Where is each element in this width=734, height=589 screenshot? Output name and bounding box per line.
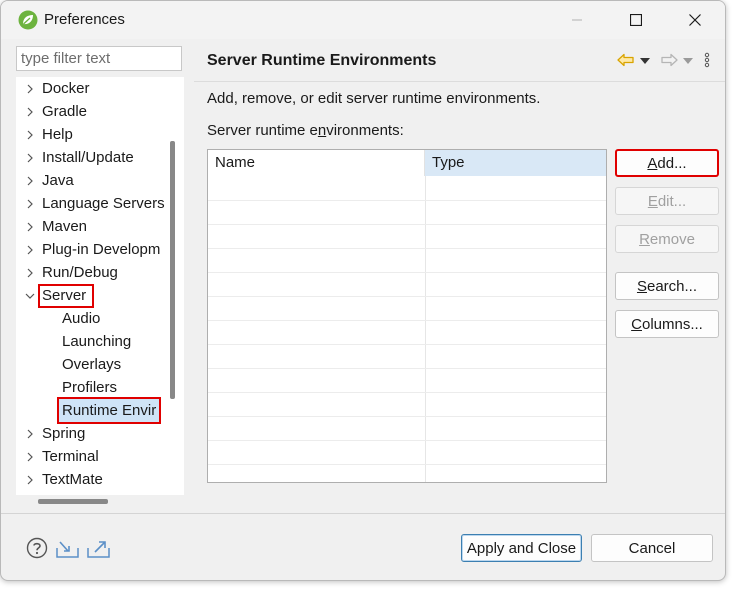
- chevron-right-icon[interactable]: [23, 445, 37, 468]
- close-button[interactable]: [672, 1, 718, 39]
- tree-item-label: Run/Debug: [42, 264, 118, 281]
- tree-item-label: Plug-in Developm: [42, 241, 161, 258]
- chevron-right-icon[interactable]: [23, 468, 37, 491]
- tree-item-label: Audio: [62, 310, 101, 327]
- tree-item-label: Gradle: [42, 103, 88, 120]
- remove-label: emove: [649, 230, 695, 248]
- add-button[interactable]: Add...: [615, 149, 719, 177]
- chevron-right-icon[interactable]: [23, 100, 37, 123]
- tree-item-label: Overlays: [62, 356, 122, 373]
- tree-item-label: Help: [42, 126, 73, 143]
- edit-button[interactable]: Edit...: [615, 187, 719, 215]
- tree-item-label: Launching: [62, 333, 132, 350]
- chevron-right-icon[interactable]: [23, 422, 37, 445]
- chevron-right-icon[interactable]: [23, 77, 37, 100]
- runtime-environments-table[interactable]: Name Type: [207, 149, 607, 483]
- chevron-down-icon[interactable]: [23, 284, 37, 307]
- chevron-right-icon[interactable]: [23, 169, 37, 192]
- preferences-dialog: Preferences Docker Gradle Help: [0, 0, 726, 581]
- row-divider: [208, 440, 606, 441]
- view-menu-icon[interactable]: [704, 52, 710, 68]
- add-mnemonic: A: [647, 154, 658, 172]
- footer-separator: [1, 513, 725, 514]
- search-mnemonic: S: [636, 277, 647, 295]
- tree-item-label: Terminal: [42, 448, 99, 465]
- remove-mnemonic: R: [639, 230, 650, 248]
- row-divider: [208, 248, 606, 249]
- import-icon[interactable]: [56, 537, 80, 559]
- tree-item-label: Java: [42, 172, 74, 189]
- close-icon: [689, 14, 701, 26]
- chevron-right-icon[interactable]: [23, 238, 37, 261]
- edit-label: dit...: [657, 192, 687, 210]
- label-part: vironments:: [326, 122, 404, 139]
- search-button[interactable]: Search...: [615, 272, 719, 300]
- runtime-list-label: Server runtime environments:: [207, 122, 404, 139]
- row-divider: [208, 368, 606, 369]
- chevron-right-icon[interactable]: [23, 261, 37, 284]
- spring-leaf-icon: [18, 10, 38, 30]
- forward-arrow-icon[interactable]: [660, 53, 678, 67]
- row-divider: [208, 224, 606, 225]
- edit-mnemonic: E: [647, 192, 658, 210]
- page-description: Add, remove, or edit server runtime envi…: [207, 90, 541, 107]
- export-icon[interactable]: [87, 537, 111, 559]
- chevron-down-icon[interactable]: [640, 58, 650, 64]
- help-icon[interactable]: [26, 537, 50, 559]
- column-divider: [425, 176, 426, 482]
- columns-mnemonic: C: [631, 315, 642, 333]
- tree-item-label: Profilers: [62, 379, 118, 396]
- search-label: earch...: [646, 277, 698, 295]
- tree-item-label: TextMate: [42, 471, 103, 488]
- title-bar: Preferences: [1, 1, 725, 39]
- row-divider: [208, 296, 606, 297]
- tree-item-label: Runtime Envir: [62, 402, 157, 419]
- tree-item-label: Language Servers: [42, 195, 165, 212]
- server-runtime-panel: Server Runtime Environments Add, remove,…: [194, 44, 725, 512]
- label-part: Server runtime e: [207, 122, 318, 139]
- minimize-icon: [572, 19, 582, 21]
- column-header-type[interactable]: Type: [425, 150, 606, 176]
- tree-item-label: Spring: [42, 425, 86, 442]
- chevron-down-icon[interactable]: [683, 58, 693, 64]
- maximize-button[interactable]: [613, 1, 659, 39]
- filter-input[interactable]: [16, 46, 182, 71]
- title-separator: [194, 81, 725, 82]
- cancel-button[interactable]: Cancel: [591, 534, 713, 562]
- remove-button[interactable]: Remove: [615, 225, 719, 253]
- row-divider: [208, 200, 606, 201]
- row-divider: [208, 464, 606, 465]
- window-title: Preferences: [44, 11, 125, 28]
- preference-tree: Docker Gradle Help Install/Update Java L…: [16, 77, 184, 495]
- columns-label: olumns...: [641, 315, 703, 333]
- maximize-icon: [630, 14, 642, 26]
- chevron-right-icon[interactable]: [23, 123, 37, 146]
- tree-item-label: Maven: [42, 218, 88, 235]
- tree-item-label: Install/Update: [42, 149, 134, 166]
- preference-tree-panel: Docker Gradle Help Install/Update Java L…: [16, 44, 184, 512]
- page-title: Server Runtime Environments: [207, 52, 437, 69]
- chevron-right-icon[interactable]: [23, 215, 37, 238]
- row-divider: [208, 320, 606, 321]
- chevron-right-icon[interactable]: [23, 192, 37, 215]
- tree-item-label: Docker: [42, 80, 90, 97]
- row-divider: [208, 392, 606, 393]
- row-divider: [208, 272, 606, 273]
- column-header-name[interactable]: Name: [208, 150, 425, 176]
- tree-vertical-scrollbar[interactable]: [170, 141, 175, 399]
- back-arrow-icon[interactable]: [617, 53, 635, 67]
- tree-horizontal-scrollbar[interactable]: [38, 499, 108, 504]
- columns-button[interactable]: Columns...: [615, 310, 719, 338]
- chevron-right-icon[interactable]: [23, 146, 37, 169]
- row-divider: [208, 416, 606, 417]
- row-divider: [208, 344, 606, 345]
- add-label: dd...: [657, 154, 687, 172]
- minimize-button[interactable]: [554, 1, 600, 39]
- label-mnemonic: n: [317, 122, 327, 139]
- page-navigation: [614, 50, 724, 72]
- tree-item-label: Server: [42, 287, 87, 304]
- apply-and-close-button[interactable]: Apply and Close: [461, 534, 582, 562]
